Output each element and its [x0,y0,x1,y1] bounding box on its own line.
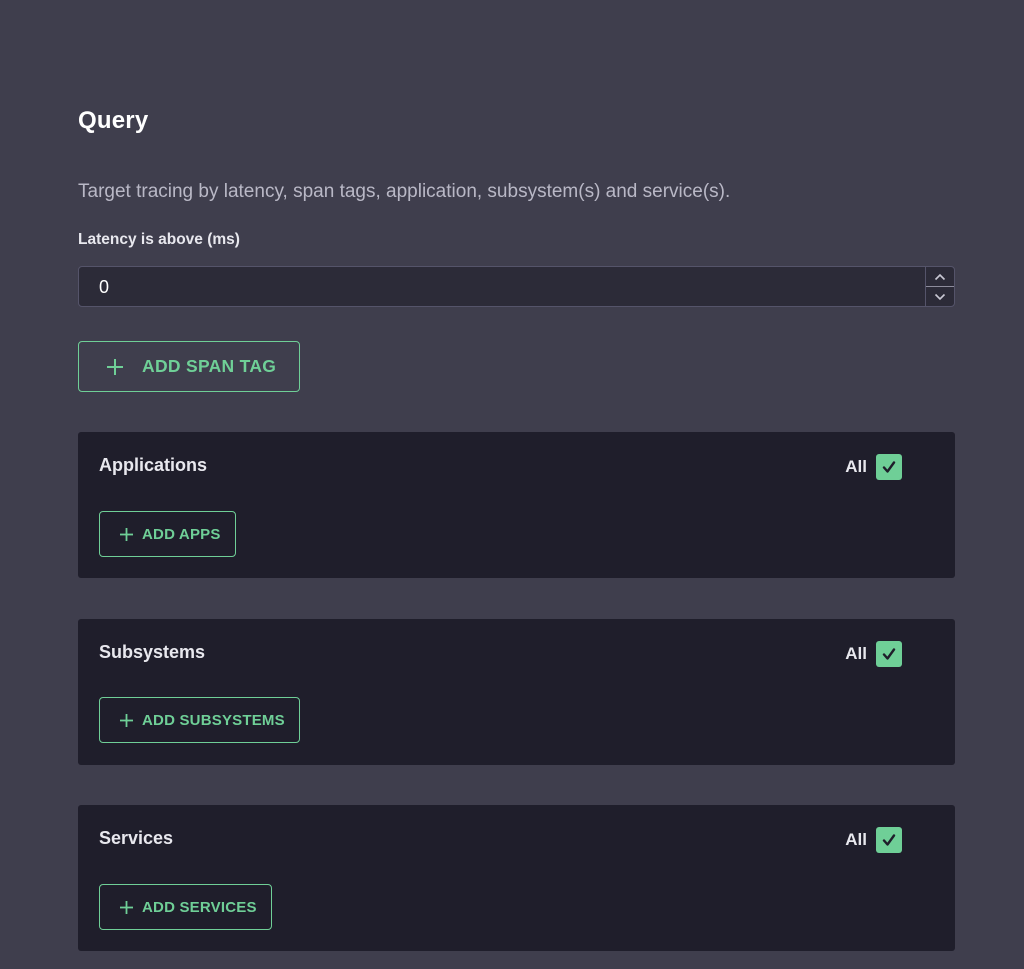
page-description: Target tracing by latency, span tags, ap… [78,181,731,202]
checkmark-icon [882,834,896,846]
applications-all-checkbox[interactable] [876,454,902,480]
services-all-toggle[interactable]: All [845,827,902,853]
applications-all-toggle[interactable]: All [845,454,902,480]
add-apps-button[interactable]: ADD APPS [99,511,236,557]
add-span-tag-button[interactable]: ADD SPAN TAG [78,341,300,392]
all-label: All [845,830,867,849]
subsystems-all-checkbox[interactable] [876,641,902,667]
add-subsystems-label: ADD SUBSYSTEMS [142,711,285,729]
page-title: Query [78,107,149,134]
chevron-up-icon [934,273,946,280]
add-services-label: ADD SERVICES [142,898,257,916]
all-label: All [845,644,867,663]
subsystems-title: Subsystems [99,642,206,662]
plus-icon [119,713,134,728]
subsystems-all-toggle[interactable]: All [845,641,902,667]
latency-stepper[interactable] [925,267,954,306]
applications-card: Applications All ADD APPS [78,432,955,578]
services-title: Services [99,828,174,848]
add-subsystems-button[interactable]: ADD SUBSYSTEMS [99,697,300,743]
latency-input[interactable]: 0 [78,266,955,307]
services-card: Services All ADD SERVICES [78,805,955,951]
plus-icon [119,527,134,542]
all-label: All [845,457,867,476]
add-services-button[interactable]: ADD SERVICES [99,884,272,930]
latency-label: Latency is above (ms) [78,231,240,248]
add-apps-label: ADD APPS [142,525,221,543]
increment-button[interactable] [926,267,954,286]
plus-icon [105,357,125,377]
add-span-tag-label: ADD SPAN TAG [142,356,277,376]
decrement-button[interactable] [926,286,954,306]
latency-value[interactable]: 0 [99,277,109,298]
checkmark-icon [882,461,896,473]
chevron-down-icon [934,293,946,300]
services-all-checkbox[interactable] [876,827,902,853]
subsystems-card: Subsystems All ADD SUBSYSTEMS [78,619,955,765]
checkmark-icon [882,648,896,660]
plus-icon [119,900,134,915]
applications-title: Applications [99,455,208,475]
